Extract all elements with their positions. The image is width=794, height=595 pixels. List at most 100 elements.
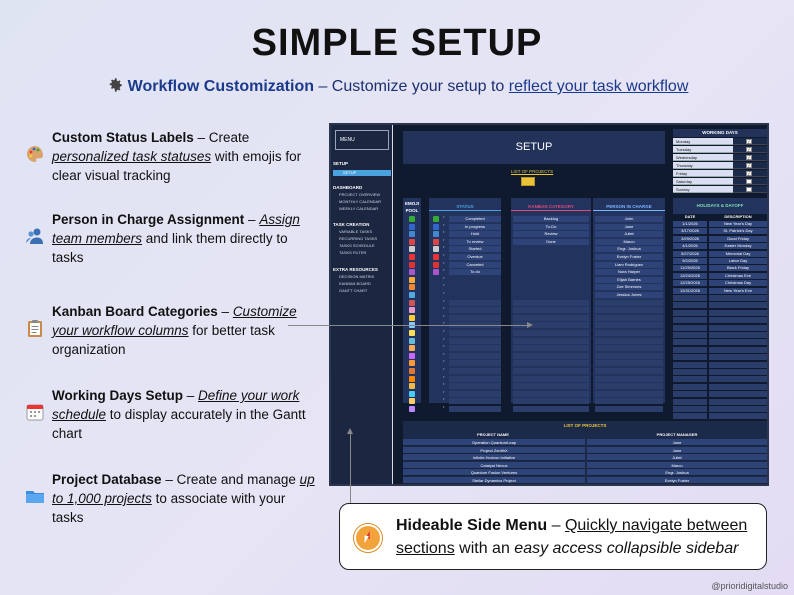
holiday-date-cell[interactable]: 1/1/2026 bbox=[673, 221, 707, 227]
holiday-desc-cell[interactable]: Labor Day bbox=[709, 258, 767, 264]
kanban-cell-empty[interactable] bbox=[513, 352, 589, 359]
person-cell-empty[interactable] bbox=[595, 314, 663, 321]
project-manager-cell[interactable]: Evelyn Foster bbox=[587, 477, 767, 484]
holiday-desc-cell-empty[interactable] bbox=[709, 302, 767, 309]
dropdown-arrow-icon[interactable]: ▾ bbox=[443, 230, 445, 234]
status-cell[interactable]: Hold bbox=[449, 231, 501, 238]
project-manager-cell[interactable]: Juliet bbox=[587, 454, 767, 462]
holiday-date-cell[interactable]: 9/2/2026 bbox=[673, 258, 707, 264]
holiday-desc-cell-empty[interactable] bbox=[709, 354, 767, 361]
status-cell-empty[interactable] bbox=[449, 375, 501, 382]
working-day-checkbox[interactable]: ✓ bbox=[746, 171, 752, 176]
person-cell[interactable]: Liam Rodriguez bbox=[595, 261, 663, 268]
dropdown-arrow-icon[interactable]: ▾ bbox=[443, 261, 445, 265]
dropdown-arrow-icon[interactable]: ▾ bbox=[443, 291, 445, 295]
person-cell[interactable]: Engr. Joshua bbox=[595, 246, 663, 253]
holiday-desc-cell-empty[interactable] bbox=[709, 383, 767, 390]
status-cell-empty[interactable] bbox=[449, 390, 501, 397]
project-manager-cell[interactable]: Engr. Joshua bbox=[587, 469, 767, 477]
menu-item-task[interactable]: TASKS FILTER bbox=[339, 250, 366, 255]
dropdown-arrow-icon[interactable]: ▾ bbox=[443, 306, 445, 310]
holiday-date-cell-empty[interactable] bbox=[673, 309, 707, 316]
holiday-date-cell-empty[interactable] bbox=[673, 339, 707, 346]
holiday-desc-cell-empty[interactable] bbox=[709, 361, 767, 368]
project-name-cell[interactable]: Project ZenithX bbox=[403, 446, 585, 454]
project-manager-cell[interactable]: Jane bbox=[587, 439, 767, 446]
person-cell-empty[interactable] bbox=[595, 383, 663, 390]
person-cell-empty[interactable] bbox=[595, 337, 663, 344]
holiday-desc-cell-empty[interactable] bbox=[709, 324, 767, 331]
holiday-date-cell-empty[interactable] bbox=[673, 391, 707, 398]
kanban-cell[interactable]: Review bbox=[513, 231, 589, 238]
status-cell-empty[interactable] bbox=[449, 314, 501, 321]
person-cell[interactable]: Jane bbox=[595, 223, 663, 230]
status-cell[interactable]: To review bbox=[449, 238, 501, 245]
kanban-cell-empty[interactable] bbox=[513, 307, 589, 314]
kanban-cell[interactable]: Done bbox=[513, 238, 589, 245]
menu-item-extra[interactable]: KANBAN BOARD bbox=[339, 281, 371, 286]
person-cell-empty[interactable] bbox=[595, 330, 663, 336]
kanban-cell-empty[interactable] bbox=[513, 390, 589, 397]
dropdown-arrow-icon[interactable]: ▾ bbox=[443, 276, 445, 280]
dropdown-arrow-icon[interactable]: ▾ bbox=[443, 253, 445, 257]
holiday-date-cell[interactable]: 12/31/2026 bbox=[673, 287, 707, 294]
person-cell[interactable]: Zoe Simmons bbox=[595, 284, 663, 291]
person-cell-empty[interactable] bbox=[595, 299, 663, 306]
dropdown-arrow-icon[interactable]: ▾ bbox=[443, 405, 445, 409]
holiday-date-cell[interactable]: 4/1/2026 bbox=[673, 243, 707, 250]
person-cell-empty[interactable] bbox=[595, 406, 663, 412]
person-cell-empty[interactable] bbox=[595, 368, 663, 374]
holiday-desc-cell-empty[interactable] bbox=[709, 391, 767, 398]
holiday-date-cell-empty[interactable] bbox=[673, 369, 707, 375]
holiday-date-cell-empty[interactable] bbox=[673, 324, 707, 331]
status-cell-empty[interactable] bbox=[449, 398, 501, 405]
holiday-date-cell[interactable]: 3/29/2026 bbox=[673, 235, 707, 242]
dropdown-arrow-icon[interactable]: ▾ bbox=[443, 245, 445, 249]
holiday-desc-cell-empty[interactable] bbox=[709, 309, 767, 316]
kanban-cell-empty[interactable] bbox=[513, 368, 589, 374]
status-cell[interactable]: Canceled bbox=[449, 261, 501, 268]
holiday-desc-cell[interactable]: Good Friday bbox=[709, 235, 767, 242]
holiday-date-cell[interactable]: 12/25/2026 bbox=[673, 280, 707, 287]
dropdown-arrow-icon[interactable]: ▾ bbox=[443, 344, 445, 348]
holiday-desc-cell-empty[interactable] bbox=[709, 339, 767, 346]
dropdown-arrow-icon[interactable]: ▾ bbox=[443, 283, 445, 287]
status-cell[interactable]: Started bbox=[449, 246, 501, 253]
holiday-date-cell[interactable]: 3/17/2026 bbox=[673, 228, 707, 235]
status-cell[interactable]: To do bbox=[449, 269, 501, 276]
side-menu[interactable]: MENU SETUP SETUP DASHBOARD TASK CREATION… bbox=[331, 125, 393, 484]
holiday-desc-cell[interactable]: New Year's Day bbox=[709, 221, 767, 227]
holiday-date-cell-empty[interactable] bbox=[673, 354, 707, 361]
subtitle-link[interactable]: reflect your task workflow bbox=[509, 78, 689, 95]
dropdown-arrow-icon[interactable]: ▾ bbox=[443, 390, 445, 394]
holiday-desc-cell[interactable]: Memorial Day bbox=[709, 250, 767, 257]
holiday-date-cell[interactable]: 5/27/2026 bbox=[673, 250, 707, 257]
status-cell-empty[interactable] bbox=[449, 360, 501, 367]
status-cell-empty[interactable] bbox=[449, 345, 501, 352]
holiday-desc-cell[interactable]: Easter Monday bbox=[709, 243, 767, 250]
person-cell[interactable]: Jessica Jones bbox=[595, 292, 663, 298]
dropdown-arrow-icon[interactable]: ▾ bbox=[443, 215, 445, 219]
holiday-desc-cell[interactable]: Christmas Day bbox=[709, 280, 767, 287]
working-day-checkbox[interactable]: ✓ bbox=[746, 163, 752, 168]
menu-item-extra[interactable]: GANTT CHART bbox=[339, 288, 367, 293]
dropdown-arrow-icon[interactable]: ▾ bbox=[443, 314, 445, 318]
status-cell-empty[interactable] bbox=[449, 368, 501, 374]
kanban-cell-empty[interactable] bbox=[513, 330, 589, 336]
person-cell[interactable]: Evelyn Foster bbox=[595, 254, 663, 260]
status-cell-empty[interactable] bbox=[449, 352, 501, 359]
status-cell-empty[interactable] bbox=[449, 383, 501, 390]
person-cell-empty[interactable] bbox=[595, 322, 663, 329]
person-cell-empty[interactable] bbox=[595, 360, 663, 367]
list-of-projects-link[interactable]: LIST OF PROJECTS bbox=[511, 169, 553, 174]
holiday-desc-cell[interactable]: Christmas Eve bbox=[709, 272, 767, 279]
holiday-desc-cell-empty[interactable] bbox=[709, 398, 767, 405]
kanban-cell-empty[interactable] bbox=[513, 314, 589, 321]
kanban-cell-empty[interactable] bbox=[513, 383, 589, 390]
status-cell-empty[interactable] bbox=[449, 330, 501, 336]
status-cell[interactable]: Completed bbox=[449, 216, 501, 222]
kanban-cell-empty[interactable] bbox=[513, 345, 589, 352]
kanban-cell-empty[interactable] bbox=[513, 337, 589, 344]
project-name-cell[interactable]: Catalyst Nexus bbox=[403, 461, 585, 469]
holiday-desc-cell-empty[interactable] bbox=[709, 295, 767, 301]
